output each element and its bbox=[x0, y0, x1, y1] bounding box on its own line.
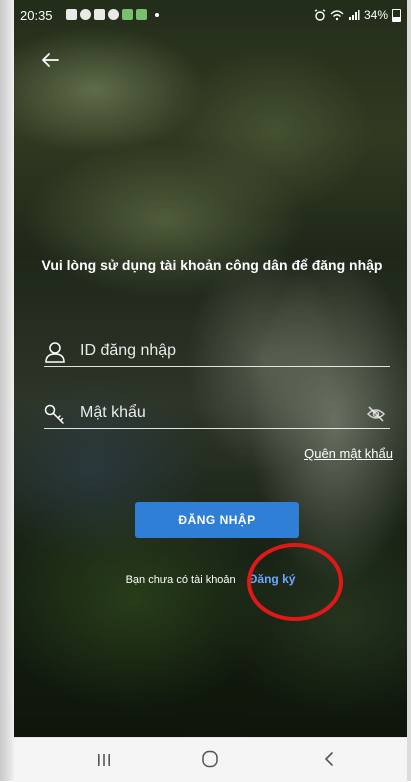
login-prompt: Vui lòng sử dụng tài khoản công dân để đ… bbox=[41, 257, 383, 273]
message-icon bbox=[66, 9, 77, 20]
key-icon bbox=[44, 404, 64, 424]
background-overlay bbox=[14, 0, 407, 737]
eye-off-icon[interactable] bbox=[366, 404, 386, 424]
password-field[interactable] bbox=[44, 398, 390, 429]
device-frame: 20:35 34% Vui lòng sử dụng tài khoản côn… bbox=[0, 0, 411, 782]
app-notification-icon bbox=[136, 9, 147, 20]
messenger-icon bbox=[80, 9, 91, 20]
status-time: 20:35 bbox=[20, 8, 53, 23]
home-icon[interactable] bbox=[200, 750, 220, 768]
arrow-left-icon[interactable] bbox=[38, 48, 62, 72]
device-bezel bbox=[0, 0, 14, 781]
no-account-text: Bạn chưa có tài khoản bbox=[125, 574, 236, 586]
system-nav-bar bbox=[14, 737, 407, 782]
status-indicators: 34% bbox=[314, 8, 401, 22]
highlight-circle bbox=[247, 543, 343, 621]
alarm-icon bbox=[314, 9, 326, 21]
status-bar: 20:35 34% bbox=[14, 0, 407, 30]
recent-apps-icon[interactable] bbox=[94, 752, 114, 768]
more-notifications-dot bbox=[155, 13, 159, 17]
username-field[interactable] bbox=[44, 336, 390, 367]
battery-percent: 34% bbox=[363, 8, 388, 22]
forgot-password-link[interactable]: Quên mật khẩu bbox=[304, 446, 393, 461]
signal-icon bbox=[348, 10, 360, 20]
back-icon[interactable] bbox=[322, 751, 338, 767]
signup-row: Bạn chưa có tài khoản Đăng ký bbox=[14, 572, 407, 586]
message-icon bbox=[94, 9, 105, 20]
notification-icons bbox=[66, 9, 159, 20]
battery-icon bbox=[392, 8, 401, 22]
login-screen: 20:35 34% Vui lòng sử dụng tài khoản côn… bbox=[14, 0, 407, 737]
device-bezel-right bbox=[407, 0, 411, 781]
login-button[interactable]: ĐĂNG NHẬP bbox=[135, 502, 299, 538]
app-notification-icon bbox=[108, 9, 119, 20]
password-input[interactable] bbox=[80, 400, 350, 426]
user-icon bbox=[45, 342, 65, 363]
app-notification-icon bbox=[122, 9, 133, 20]
username-input[interactable] bbox=[80, 338, 350, 364]
wifi-icon bbox=[330, 10, 344, 21]
